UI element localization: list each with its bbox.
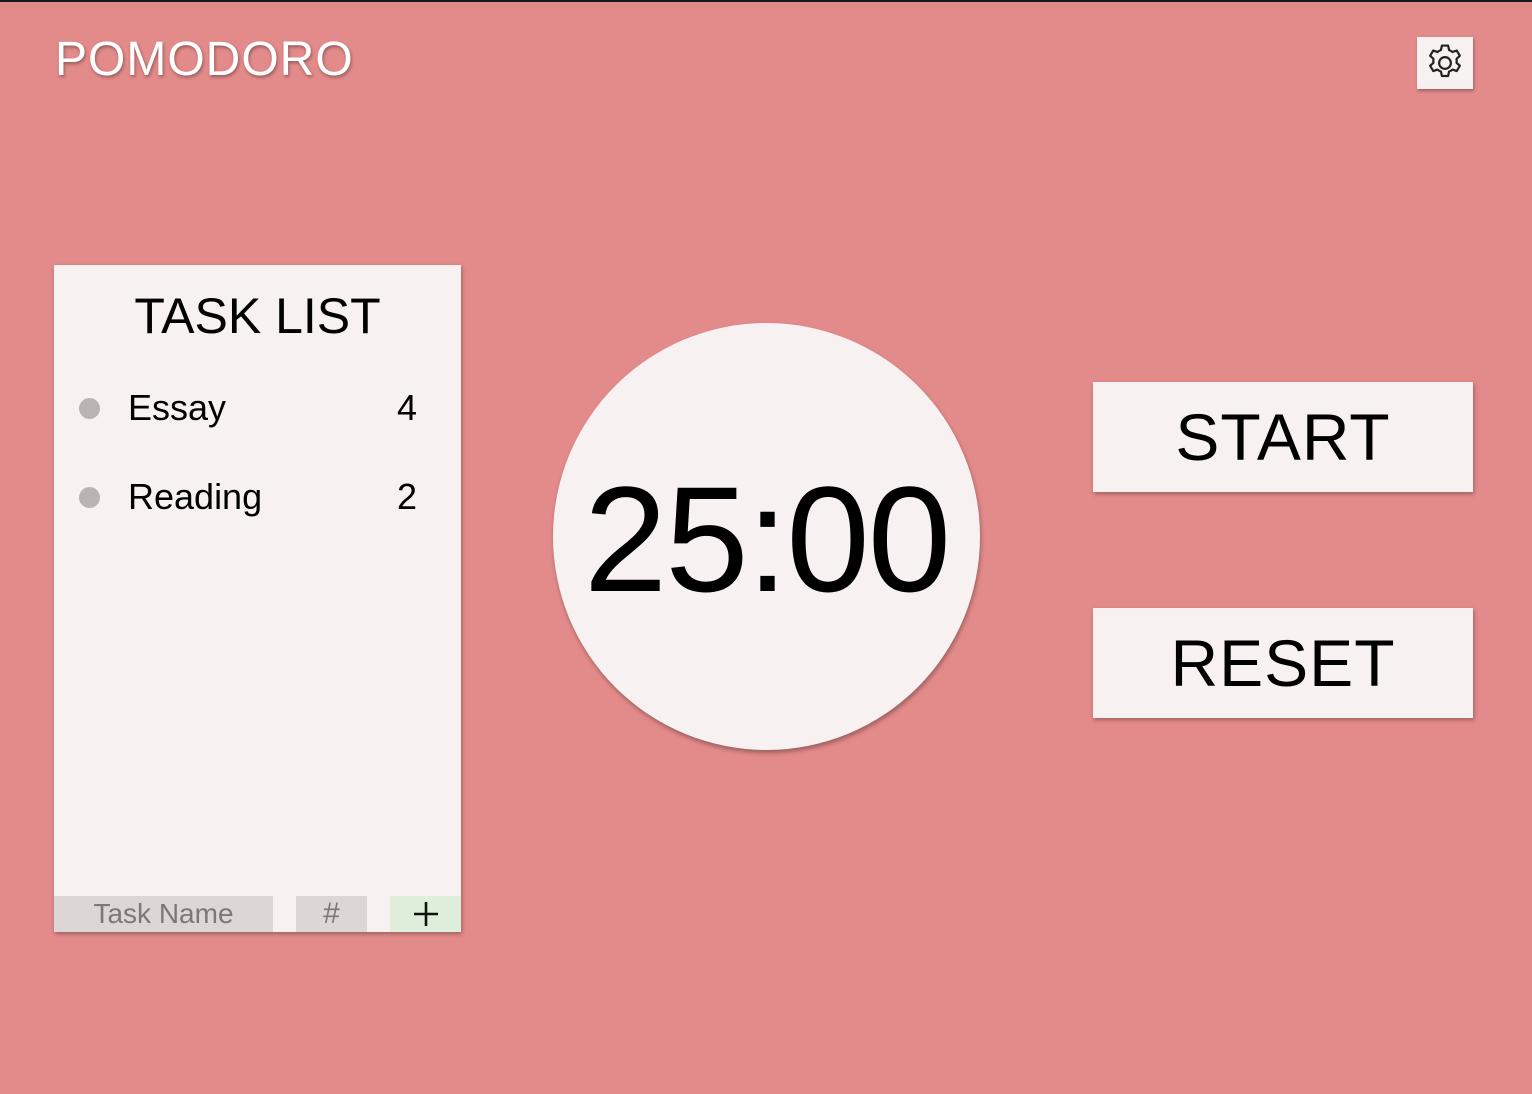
- app-title: POMODORO: [55, 33, 354, 86]
- plus-icon: [413, 902, 438, 926]
- task-name: Essay: [128, 387, 227, 428]
- task-item-reading[interactable]: Reading 2: [54, 472, 461, 522]
- settings-button[interactable]: [1417, 37, 1473, 89]
- task-list-panel: TASK LIST Essay 4 Reading 2: [54, 265, 461, 932]
- reset-button[interactable]: RESET: [1093, 608, 1473, 718]
- task-bullet: [79, 487, 100, 508]
- add-task-button[interactable]: [390, 896, 461, 932]
- task-count: 2: [396, 476, 418, 517]
- task-item-essay[interactable]: Essay 4: [54, 383, 461, 433]
- task-name-input[interactable]: [54, 896, 273, 932]
- task-count: 4: [396, 387, 418, 428]
- task-list-title: TASK LIST: [134, 288, 381, 344]
- task-count-input[interactable]: [296, 896, 367, 932]
- task-bullet: [79, 398, 100, 419]
- timer-display: 25:00: [583, 455, 951, 623]
- timer-circle: 25:00: [553, 323, 980, 750]
- gear-icon: [1429, 44, 1461, 78]
- start-button[interactable]: START: [1093, 382, 1473, 492]
- task-name: Reading: [128, 476, 263, 517]
